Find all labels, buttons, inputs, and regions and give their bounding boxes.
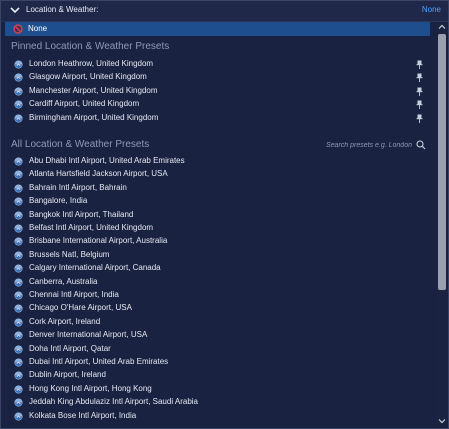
weather-globe-icon: [14, 251, 23, 260]
weather-globe-icon: [14, 170, 23, 179]
preset-row[interactable]: Bangkok Intl Airport, Thailand: [5, 209, 430, 222]
weather-globe-icon: [14, 157, 23, 166]
weather-globe-icon: [14, 331, 23, 340]
pinned-section-title: Pinned Location & Weather Presets: [11, 41, 170, 52]
preset-label: Belfast Intl Airport, United Kingdom: [29, 223, 154, 232]
pin-icon[interactable]: [416, 73, 423, 83]
weather-globe-icon: [14, 345, 23, 354]
preset-label: Chennai Intl Airport, India: [29, 290, 119, 299]
weather-globe-icon: [14, 100, 23, 109]
preset-label: Manchester Airport, United Kingdom: [29, 85, 158, 95]
preset-row[interactable]: Dubai Intl Airport, United Arab Emirates: [5, 356, 430, 369]
pinned-preset-row[interactable]: Birmingham Airport, United Kingdom: [5, 112, 430, 125]
weather-globe-icon: [14, 73, 23, 82]
weather-globe-icon: [14, 278, 23, 287]
header-title: Location & Weather:: [26, 5, 99, 14]
preset-label: Cork Airport, Ireland: [29, 316, 101, 326]
vertical-scrollbar[interactable]: [437, 22, 447, 426]
weather-globe-icon: [14, 358, 23, 367]
preset-search: [296, 139, 426, 151]
preset-row[interactable]: Dublin Airport, Ireland: [5, 369, 430, 382]
weather-globe-icon: [14, 87, 23, 96]
preset-label: Bangkok Intl Airport, Thailand: [29, 209, 134, 219]
preset-label: Hong Kong Intl Airport, Hong Kong: [29, 383, 152, 393]
preset-label: Brussels Natl, Belgium: [29, 249, 110, 259]
weather-globe-icon: [14, 385, 23, 394]
preset-label: Abu Dhabi Intl Airport, United Arab Emir…: [29, 156, 185, 165]
location-weather-panel: Location & Weather: None None Pinned Loc…: [0, 0, 449, 429]
pin-icon[interactable]: [416, 87, 423, 96]
preset-row[interactable]: Abu Dhabi Intl Airport, United Arab Emir…: [5, 155, 430, 168]
preset-label: Glasgow Airport, United Kingdom: [29, 72, 147, 82]
weather-globe-icon: [14, 237, 23, 246]
scrollbar-thumb[interactable]: [438, 34, 446, 290]
preset-label: Dubai Intl Airport, United Arab Emirates: [29, 357, 169, 366]
pin-icon[interactable]: [416, 114, 423, 123]
preset-row[interactable]: Bangalore, India: [5, 195, 430, 208]
preset-label: Chicago O'Hare Airport, USA: [29, 303, 132, 313]
preset-row[interactable]: Denver International Airport, USA: [5, 329, 430, 342]
no-weather-icon: [13, 24, 23, 34]
preset-row[interactable]: Calgary International Airport, Canada: [5, 262, 430, 275]
preset-row[interactable]: Doha Intl Airport, Qatar: [5, 343, 430, 356]
header-selected-value[interactable]: None: [422, 5, 441, 14]
preset-label: Brisbane International Airport, Australi…: [29, 236, 168, 246]
preset-row[interactable]: Chicago O'Hare Airport, USA: [5, 302, 430, 315]
preset-label: Doha Intl Airport, Qatar: [29, 343, 111, 353]
search-icon[interactable]: [416, 140, 426, 150]
preset-row[interactable]: Brisbane International Airport, Australi…: [5, 235, 430, 248]
preset-label: Kolkata Bose Intl Airport, India: [29, 410, 137, 420]
weather-globe-icon: [14, 412, 23, 421]
none-option-label: None: [28, 24, 48, 33]
scroll-down-icon[interactable]: [438, 417, 446, 425]
preset-row[interactable]: Cork Airport, Ireland: [5, 316, 430, 329]
weather-globe-icon: [14, 371, 23, 380]
weather-globe-icon: [14, 318, 23, 327]
weather-globe-icon: [14, 197, 23, 206]
weather-globe-icon: [14, 184, 23, 193]
preset-list-area: None Pinned Location & Weather Presets L…: [5, 22, 434, 427]
weather-globe-icon: [14, 304, 23, 313]
preset-label: Cardiff Airport, United Kingdom: [29, 99, 140, 109]
chevron-down-icon[interactable]: [9, 4, 21, 16]
pin-icon[interactable]: [416, 100, 423, 110]
preset-search-input[interactable]: [302, 139, 412, 151]
preset-row[interactable]: Hong Kong Intl Airport, Hong Kong: [5, 383, 430, 396]
preset-row[interactable]: Brussels Natl, Belgium: [5, 249, 430, 262]
preset-row[interactable]: Canberra, Australia: [5, 276, 430, 289]
pinned-preset-row[interactable]: Cardiff Airport, United Kingdom: [5, 98, 430, 111]
none-option-row[interactable]: None: [5, 22, 430, 36]
preset-row[interactable]: Jeddah King Abdulaziz Intl Airport, Saud…: [5, 396, 430, 409]
preset-label: Denver International Airport, USA: [29, 330, 148, 340]
pinned-preset-row[interactable]: Manchester Airport, United Kingdom: [5, 85, 430, 98]
preset-label: Dublin Airport, Ireland: [29, 370, 106, 380]
preset-label: Jeddah King Abdulaziz Intl Airport, Saud…: [29, 397, 198, 407]
location-weather-header[interactable]: Location & Weather: None: [1, 1, 448, 22]
preset-row[interactable]: Bahrain Intl Airport, Bahrain: [5, 182, 430, 195]
pinned-preset-row[interactable]: Glasgow Airport, United Kingdom: [5, 71, 430, 84]
weather-globe-icon: [14, 114, 23, 123]
weather-globe-icon: [14, 264, 23, 273]
preset-row[interactable]: Belfast Intl Airport, United Kingdom: [5, 222, 430, 235]
scroll-up-icon[interactable]: [438, 23, 446, 31]
weather-globe-icon: [14, 398, 23, 407]
preset-row[interactable]: Atlanta Hartsfield Jackson Airport, USA: [5, 168, 430, 181]
preset-label: London Heathrow, United Kingdom: [29, 59, 154, 68]
pin-icon[interactable]: [416, 60, 423, 69]
all-section-title: All Location & Weather Presets: [11, 139, 150, 150]
weather-globe-icon: [14, 291, 23, 300]
preset-label: Bahrain Intl Airport, Bahrain: [29, 182, 127, 192]
weather-globe-icon: [14, 211, 23, 220]
preset-label: Bangalore, India: [29, 196, 88, 206]
weather-globe-icon: [14, 60, 23, 69]
preset-label: Birmingham Airport, United Kingdom: [29, 112, 159, 122]
preset-row[interactable]: Kolkata Bose Intl Airport, India: [5, 410, 430, 423]
preset-label: Calgary International Airport, Canada: [29, 263, 161, 273]
pinned-preset-row[interactable]: London Heathrow, United Kingdom: [5, 58, 430, 71]
preset-label: Canberra, Australia: [29, 276, 98, 286]
weather-globe-icon: [14, 224, 23, 233]
preset-row[interactable]: Chennai Intl Airport, India: [5, 289, 430, 302]
preset-label: Atlanta Hartsfield Jackson Airport, USA: [29, 169, 168, 179]
